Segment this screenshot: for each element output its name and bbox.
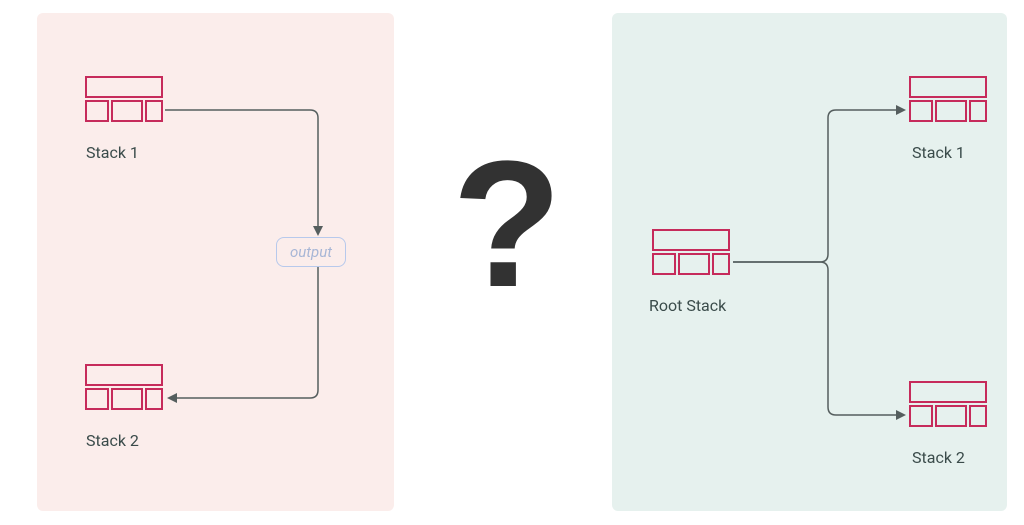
stack-icon [84,75,164,133]
left-stack1-label: Stack 1 [86,143,139,162]
output-box: output [276,237,346,267]
left-stack2-label: Stack 2 [86,431,139,450]
right-stack2-label: Stack 2 [912,448,965,467]
right-stack1-label: Stack 1 [912,143,965,162]
stack-icon [84,363,164,421]
output-text: output [290,243,332,261]
question-mark: ? [452,135,562,315]
stack-icon [908,380,988,438]
stack-icon [908,75,988,133]
diagram-canvas: Stack 1 output Stack 2 ? Root Stack S [0,0,1024,525]
stack-icon [651,228,731,286]
root-stack-label: Root Stack [649,296,726,315]
